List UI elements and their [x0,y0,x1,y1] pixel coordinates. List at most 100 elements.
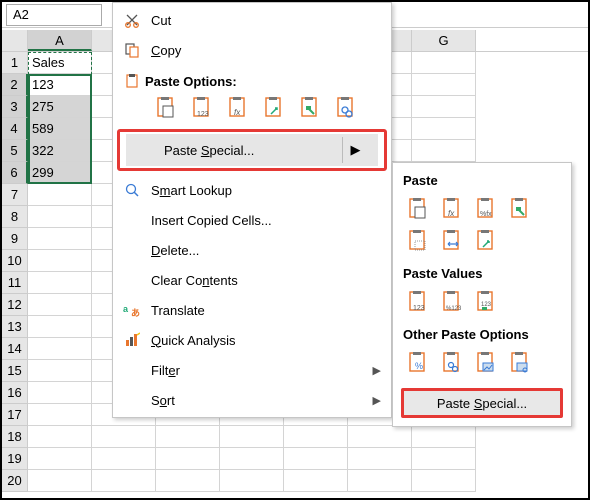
paste-option-link[interactable] [331,93,359,121]
cell-A11[interactable] [28,272,92,294]
cell-A5[interactable]: 322 [28,140,92,162]
cell-B20[interactable] [92,470,156,492]
cell-A9[interactable] [28,228,92,250]
sub-values[interactable]: 123 [403,287,431,315]
sub-values-num[interactable]: %123 [437,287,465,315]
name-box[interactable]: A2 [6,4,102,26]
cell-G18[interactable] [412,426,476,448]
cell-B18[interactable] [92,426,156,448]
cell-F18[interactable] [348,426,412,448]
menu-sort[interactable]: Sort ▶ [113,385,391,415]
select-all-corner[interactable] [2,30,28,51]
row-header-12[interactable]: 12 [2,294,28,316]
cell-A16[interactable] [28,382,92,404]
row-header-13[interactable]: 13 [2,316,28,338]
cell-G4[interactable] [412,118,476,140]
cell-E20[interactable] [284,470,348,492]
row-header-4[interactable]: 4 [2,118,28,140]
cell-A17[interactable] [28,404,92,426]
cell-A15[interactable] [28,360,92,382]
sub-paste-col-widths[interactable] [437,226,465,254]
row-header-8[interactable]: 8 [2,206,28,228]
sub-other-formatting[interactable]: % [403,348,431,376]
row-header-14[interactable]: 14 [2,338,28,360]
cell-G1[interactable] [412,52,476,74]
cell-A13[interactable] [28,316,92,338]
menu-paste-special[interactable]: Paste Special... ▶ [126,134,378,166]
row-header-10[interactable]: 10 [2,250,28,272]
cell-A10[interactable] [28,250,92,272]
cell-C20[interactable] [156,470,220,492]
paste-special-submenu: Paste fx %fx Paste Values 123 %123 123 O… [392,162,572,427]
paste-option-paste[interactable] [151,93,179,121]
cell-C19[interactable] [156,448,220,470]
submenu-paste-special[interactable]: Paste Special... [401,388,563,418]
menu-translate[interactable]: aあ Translate [113,295,391,325]
row-header-19[interactable]: 19 [2,448,28,470]
cell-A6[interactable]: 299 [28,162,92,184]
sub-values-source[interactable]: 123 [471,287,499,315]
col-header-A[interactable]: A [28,30,92,51]
cell-G20[interactable] [412,470,476,492]
row-header-6[interactable]: 6 [2,162,28,184]
paste-option-transpose[interactable] [259,93,287,121]
sub-paste-transpose[interactable] [471,226,499,254]
cell-A20[interactable] [28,470,92,492]
cell-A18[interactable] [28,426,92,448]
col-header-G[interactable]: G [412,30,476,51]
menu-cut[interactable]: Cut [113,5,391,35]
row-header-9[interactable]: 9 [2,228,28,250]
cell-A2[interactable]: 123 [28,74,92,96]
row-header-11[interactable]: 11 [2,272,28,294]
row-header-20[interactable]: 20 [2,470,28,492]
paste-option-values[interactable]: 123 [187,93,215,121]
sub-other-linked-picture[interactable] [505,348,533,376]
row-header-15[interactable]: 15 [2,360,28,382]
cell-D20[interactable] [220,470,284,492]
row-header-7[interactable]: 7 [2,184,28,206]
cell-A12[interactable] [28,294,92,316]
sub-paste-no-borders[interactable] [403,226,431,254]
row-header-2[interactable]: 2 [2,74,28,96]
paste-option-formulas[interactable]: fx [223,93,251,121]
cell-A3[interactable]: 275 [28,96,92,118]
cell-E19[interactable] [284,448,348,470]
cell-G5[interactable] [412,140,476,162]
cell-G3[interactable] [412,96,476,118]
cell-D19[interactable] [220,448,284,470]
menu-smart-lookup[interactable]: Smart Lookup [113,175,391,205]
sub-other-picture[interactable] [471,348,499,376]
menu-quick-analysis[interactable]: Quick Analysis [113,325,391,355]
cell-F19[interactable] [348,448,412,470]
cell-A1[interactable]: Sales [28,52,92,74]
cell-C18[interactable] [156,426,220,448]
row-header-18[interactable]: 18 [2,426,28,448]
row-header-1[interactable]: 1 [2,52,28,74]
row-header-5[interactable]: 5 [2,140,28,162]
row-header-16[interactable]: 16 [2,382,28,404]
sub-paste-fx-format[interactable]: %fx [471,194,499,222]
cell-B19[interactable] [92,448,156,470]
menu-clear-contents[interactable]: Clear Contents [113,265,391,295]
paste-option-formatting[interactable] [295,93,323,121]
sub-paste-source-format[interactable] [505,194,533,222]
menu-insert-copied[interactable]: Insert Copied Cells... [113,205,391,235]
sub-other-link[interactable] [437,348,465,376]
cell-A7[interactable] [28,184,92,206]
row-header-3[interactable]: 3 [2,96,28,118]
sub-paste-formulas[interactable]: fx [437,194,465,222]
cell-F20[interactable] [348,470,412,492]
cell-E18[interactable] [284,426,348,448]
menu-copy[interactable]: Copy [113,35,391,65]
cell-A4[interactable]: 589 [28,118,92,140]
cell-A14[interactable] [28,338,92,360]
cell-G19[interactable] [412,448,476,470]
cell-D18[interactable] [220,426,284,448]
menu-filter[interactable]: Filter ▶ [113,355,391,385]
sub-paste[interactable] [403,194,431,222]
cell-G2[interactable] [412,74,476,96]
cell-A8[interactable] [28,206,92,228]
menu-delete[interactable]: Delete... [113,235,391,265]
row-header-17[interactable]: 17 [2,404,28,426]
cell-A19[interactable] [28,448,92,470]
